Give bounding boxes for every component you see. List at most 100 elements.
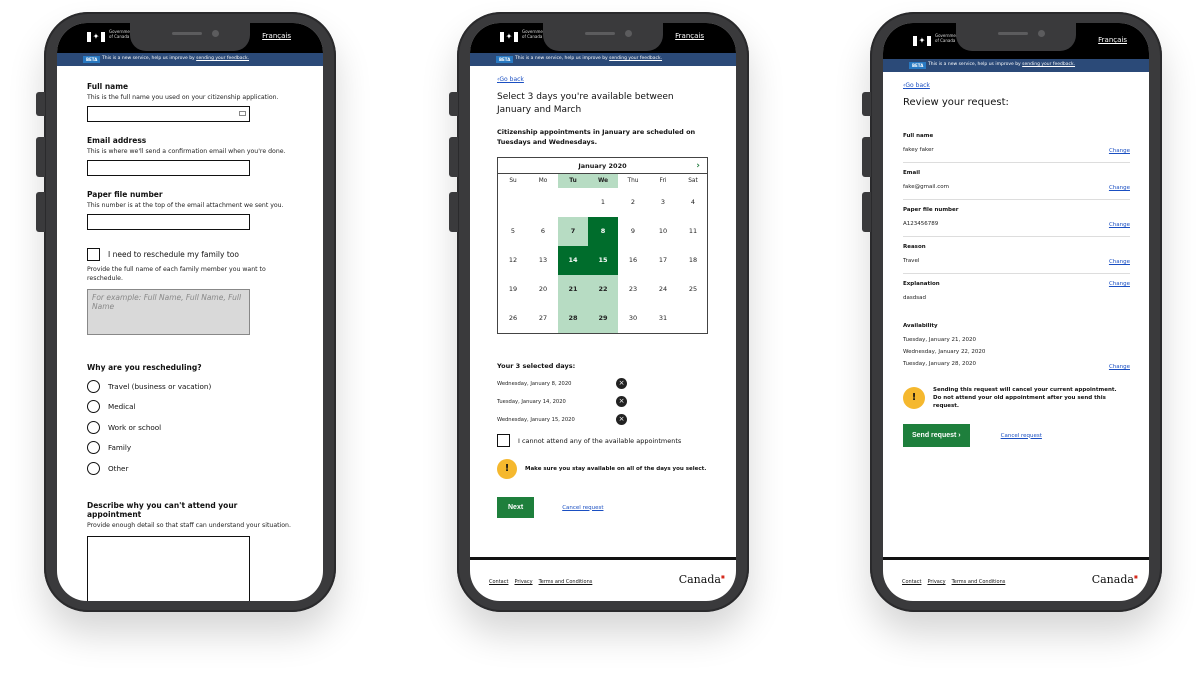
warning-icon: ! (903, 387, 925, 409)
selected-days-list: Wednesday, January 8, 2020 × Tuesday, Janu… (497, 378, 709, 425)
full-name-input[interactable] (87, 106, 250, 122)
radio-row[interactable]: Travel (business or vacation) (87, 379, 293, 393)
selected-day-row: Wednesday, January 15, 2020 × (497, 414, 627, 425)
review-item-value: Travel (903, 258, 920, 264)
beta-text: This is a new service, help us improve b… (928, 62, 1076, 67)
calendar-day[interactable]: 7 (558, 217, 588, 246)
calendar-day: 20 (538, 285, 548, 293)
calendar-day: 9 (630, 227, 636, 235)
availability-day: Tuesday, January 28, 2020 (903, 361, 976, 367)
chevron-right-icon[interactable]: › (696, 158, 700, 174)
explanation-textarea[interactable] (87, 535, 250, 601)
notch (130, 23, 250, 51)
calendar-day: 3 (660, 198, 666, 206)
back-link[interactable]: ‹Go back (903, 82, 1129, 89)
calendar-day: 18 (688, 256, 698, 264)
terms-link[interactable]: Terms and Conditions (952, 579, 1006, 585)
terms-link[interactable]: Terms and Conditions (539, 579, 593, 585)
weekday-header: Fri (659, 178, 667, 184)
calendar-day: 1 (600, 198, 606, 206)
phone-form: ✦ Government of Canada Français BETA Thi… (36, 12, 336, 612)
canada-flag-icon: ✦ (87, 32, 105, 42)
change-link[interactable]: Change (1109, 364, 1130, 370)
cannot-attend-label: I cannot attend any of the available app… (518, 436, 682, 445)
cancel-request-link[interactable]: Cancel request (1001, 433, 1042, 439)
contact-link[interactable]: Contact (902, 579, 921, 585)
availability-item: Availability Tuesday, January 21, 2020 W… (903, 316, 1130, 376)
weekday-header: We (588, 174, 618, 188)
calendar-day[interactable]: 14 (558, 246, 588, 275)
phone-review: ✦ Government of Canada Français BETA Thi… (862, 12, 1162, 612)
feedback-link[interactable]: sending your feedback. (1022, 62, 1075, 67)
back-link-label: Go back (499, 76, 524, 83)
feedback-link[interactable]: sending your feedback. (196, 56, 249, 61)
beta-badge: BETA (496, 56, 514, 63)
paper-file-input[interactable] (87, 214, 250, 230)
mute-switch (862, 92, 871, 116)
radio-label: Medical (108, 402, 136, 411)
radio-row[interactable]: Family (87, 441, 293, 454)
send-request-button[interactable]: Send request › (903, 424, 970, 447)
radio-row[interactable]: Other (87, 461, 293, 475)
calendar-day[interactable]: 28 (558, 304, 588, 333)
radio-row[interactable]: Work or school (87, 420, 293, 434)
email-input[interactable] (87, 160, 250, 176)
feedback-link[interactable]: sending your feedback. (609, 56, 662, 61)
change-link[interactable]: Change (1109, 222, 1130, 228)
next-button[interactable]: Next (497, 497, 535, 518)
explain-hint: Provide enough detail so that staff can … (87, 521, 291, 529)
family-check-label: I need to reschedule my family too (108, 250, 239, 259)
selected-day-row: Tuesday, January 14, 2020 × (497, 396, 627, 407)
calendar-day[interactable]: 21 (558, 275, 588, 304)
review-item-value: dasdsad (903, 295, 926, 301)
calendar-empty-cell (528, 188, 558, 217)
canada-flag-icon: ✦ (500, 32, 518, 42)
volume-down-button (449, 192, 458, 232)
radio-medical[interactable] (87, 400, 100, 413)
change-link[interactable]: Change (1109, 281, 1130, 287)
radio-row[interactable]: Medical (87, 400, 293, 413)
beta-text: This is a new service, help us improve b… (515, 56, 663, 61)
calendar-day[interactable]: 22 (588, 275, 618, 304)
remove-day-icon[interactable]: × (616, 378, 627, 389)
calendar-day[interactable]: 8 (588, 217, 618, 246)
back-link-label: Go back (905, 82, 930, 89)
canada-wordmark: Canada▪ (1091, 573, 1138, 586)
back-link[interactable]: ‹Go back (497, 76, 709, 83)
change-link[interactable]: Change (1109, 259, 1130, 265)
change-link[interactable]: Change (1109, 185, 1130, 191)
privacy-link[interactable]: Privacy (927, 579, 945, 585)
volume-up-button (36, 137, 45, 177)
radio-other[interactable] (87, 461, 100, 475)
remove-day-icon[interactable]: × (616, 396, 627, 407)
canada-flag-icon: ✦ (913, 36, 931, 46)
family-checkbox[interactable] (87, 248, 100, 261)
radio-travel[interactable] (87, 379, 100, 393)
cannot-attend-checkbox[interactable] (497, 434, 510, 447)
mute-switch (36, 92, 45, 116)
footer: Contact Privacy Terms and Conditions Can… (470, 557, 736, 601)
footer: Contact Privacy Terms and Conditions Can… (883, 557, 1149, 601)
remove-day-icon[interactable]: × (616, 414, 627, 425)
radio-work-school[interactable] (87, 420, 100, 434)
contact-link[interactable]: Contact (489, 579, 508, 585)
family-names-textarea[interactable]: For example: Full Name, Full Name, Full … (87, 289, 250, 335)
form-content: Full name This is the full name you used… (57, 82, 323, 601)
calendar-day[interactable]: 15 (588, 246, 618, 275)
review-item: Reason Travel Change (903, 237, 1130, 274)
privacy-link[interactable]: Privacy (514, 579, 532, 585)
selected-days-title: Your 3 selected days: (497, 362, 576, 370)
calendar-day: 4 (690, 198, 696, 206)
radio-label: Other (108, 463, 129, 473)
notch (956, 23, 1076, 51)
paper-file-label: Paper file number (87, 190, 163, 199)
calendar-empty-cell (678, 304, 708, 333)
change-link[interactable]: Change (1109, 148, 1130, 154)
calendar-day[interactable]: 29 (588, 304, 618, 333)
language-toggle-link[interactable]: Français (262, 32, 291, 40)
weekday-header: Thu (627, 178, 639, 184)
language-toggle-link[interactable]: Français (1098, 36, 1127, 44)
radio-family[interactable] (87, 441, 100, 454)
language-toggle-link[interactable]: Français (675, 32, 704, 40)
cancel-request-link[interactable]: Cancel request (562, 505, 603, 511)
